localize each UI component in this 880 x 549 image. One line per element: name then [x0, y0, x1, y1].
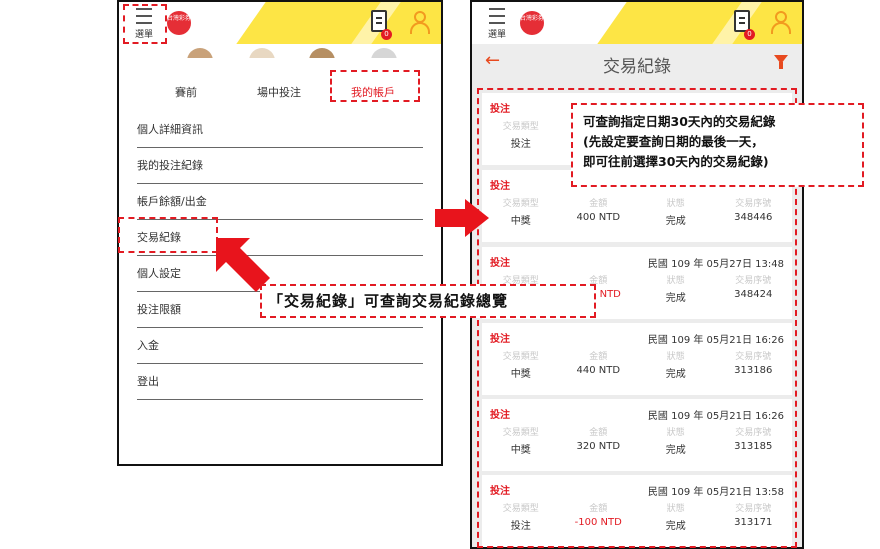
highlight-transactions-item	[118, 217, 218, 253]
avatar	[309, 48, 335, 58]
callout-line: (先設定要查詢日期的最後一天，	[583, 134, 764, 149]
logo[interactable]: 台灣彩券	[520, 11, 544, 35]
avatar	[187, 48, 213, 58]
filter-icon[interactable]	[774, 55, 788, 69]
page-title: 交易紀錄	[603, 57, 671, 77]
arrow-right-icon	[435, 199, 489, 237]
callout-line: 可查詢指定日期30天內的交易紀錄	[583, 114, 776, 129]
tab-live-betting[interactable]: 場中投注	[257, 84, 301, 100]
top-bar: 選單 台灣彩券 0	[119, 2, 441, 44]
callout-line: 即可往前選擇30天內的交易紀錄)	[583, 154, 769, 169]
menu-label: 選單	[487, 30, 506, 40]
user-icon[interactable]	[770, 11, 792, 35]
transactions-callout: 「交易紀錄」可查詢交易紀錄總覽	[260, 284, 596, 318]
menu-icon	[489, 8, 505, 24]
avatar	[371, 48, 397, 58]
user-icon[interactable]	[409, 11, 431, 35]
cart-badge: 0	[381, 29, 392, 40]
highlight-my-account-tab	[330, 70, 420, 102]
account-menu: 個人詳細資訊 我的投注紀錄 帳戶餘額/出金 交易紀錄 個人設定 投注限額 入金 …	[137, 112, 423, 400]
logo[interactable]: 台灣彩券	[167, 11, 191, 35]
menu-item-logout[interactable]: 登出	[137, 364, 423, 400]
tab-pregame[interactable]: 賽前	[175, 84, 197, 100]
menu-item-bet-history[interactable]: 我的投注紀錄	[137, 148, 423, 184]
player-avatars-strip	[119, 44, 441, 58]
menu-item-personal-info[interactable]: 個人詳細資訊	[137, 112, 423, 148]
date-range-callout: 可查詢指定日期30天內的交易紀錄 (先設定要查詢日期的最後一天， 即可往前選擇3…	[571, 103, 864, 187]
top-bar: 選單 台灣彩券 0	[472, 2, 802, 44]
menu-button[interactable]: 選單	[480, 6, 514, 40]
cart-badge: 0	[744, 29, 755, 40]
menu-item-deposit[interactable]: 入金	[137, 328, 423, 364]
title-bar: ← 交易紀錄	[472, 44, 802, 80]
menu-item-balance-withdraw[interactable]: 帳戶餘額/出金	[137, 184, 423, 220]
avatar	[249, 48, 275, 58]
highlight-menu-button	[123, 4, 167, 44]
